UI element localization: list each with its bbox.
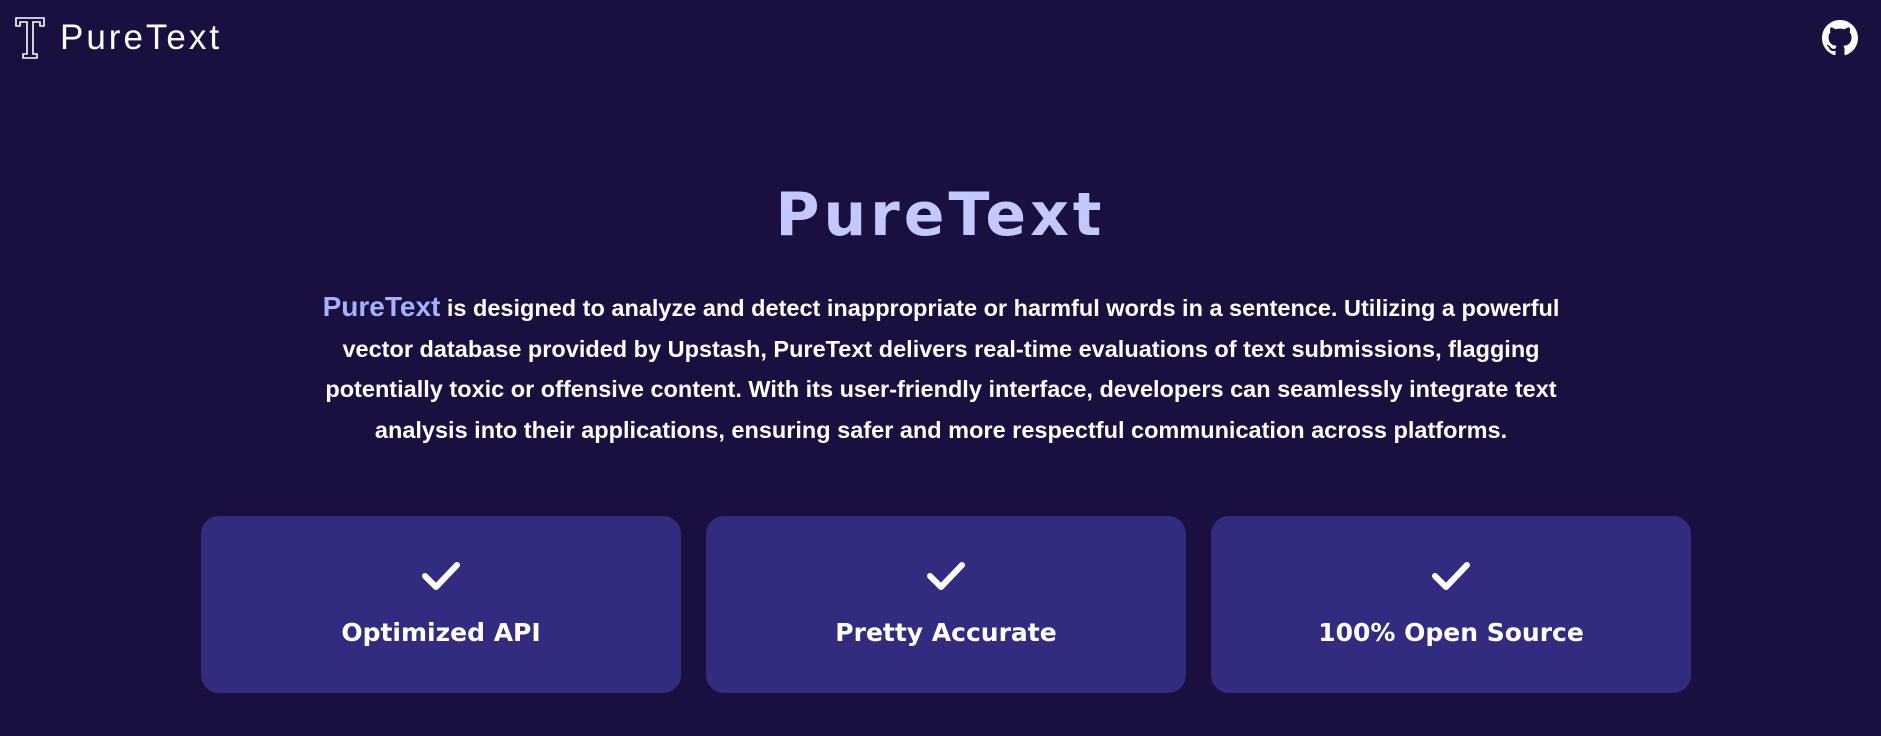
feature-card-open-source: 100% Open Source xyxy=(1211,516,1691,693)
github-icon xyxy=(1822,20,1858,56)
feature-label: Optimized API xyxy=(341,618,541,647)
feature-card-pretty-accurate: Pretty Accurate xyxy=(706,516,1186,693)
checkmark-icon xyxy=(422,562,460,590)
feature-card-optimized-api: Optimized API xyxy=(201,516,681,693)
hero-description: PureText is designed to analyze and dete… xyxy=(320,287,1562,450)
checkmark-icon xyxy=(1432,562,1470,590)
feature-label: Pretty Accurate xyxy=(835,618,1057,647)
letter-t-logo-icon xyxy=(15,17,45,59)
description-highlight: PureText xyxy=(322,291,441,322)
feature-label: 100% Open Source xyxy=(1318,618,1584,647)
page-title: PureText xyxy=(775,180,1106,250)
checkmark-icon xyxy=(927,562,965,590)
navbar: PureText xyxy=(0,0,1881,78)
brand-link[interactable]: PureText xyxy=(14,16,222,60)
features-section: Optimized API Pretty Accurate 100% Open … xyxy=(201,516,1691,693)
github-link[interactable] xyxy=(1822,20,1858,56)
description-text: is designed to analyze and detect inappr… xyxy=(325,295,1560,443)
brand-name: PureText xyxy=(60,18,223,57)
